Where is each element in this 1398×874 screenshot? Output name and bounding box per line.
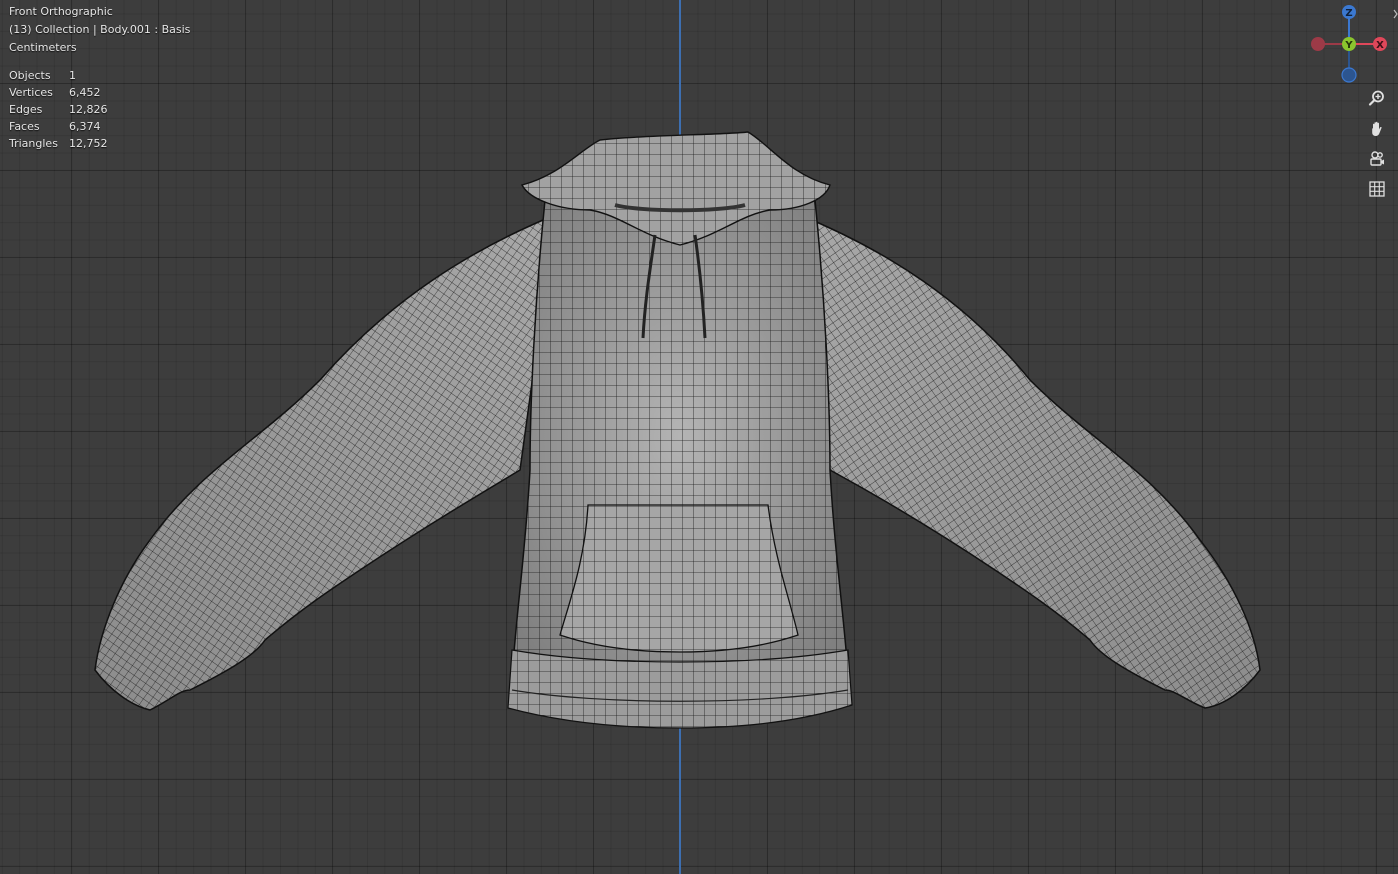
- stat-row-triangles: Triangles 12,752: [9, 135, 190, 152]
- toggle-orthographic-button[interactable]: [1364, 176, 1390, 202]
- stat-label: Objects: [9, 69, 51, 82]
- left-sleeve: [94, 213, 556, 711]
- navigation-gizmo[interactable]: Z X Y: [1304, 2, 1398, 86]
- 3d-viewport[interactable]: Front Orthographic (13) Collection | Bod…: [0, 0, 1398, 874]
- scene-statistics: Objects 1 Vertices 6,452 Edges 12,826 Fa…: [9, 67, 190, 152]
- z-axis-handle[interactable]: Z: [1342, 5, 1356, 19]
- units-label: Centimeters: [9, 41, 77, 54]
- stat-row-edges: Edges 12,826: [9, 101, 190, 118]
- stat-label: Triangles: [9, 137, 58, 150]
- negative-x-axis-handle: [1311, 37, 1325, 51]
- stat-label: Faces: [9, 120, 40, 133]
- stat-label: Edges: [9, 103, 43, 116]
- chevron-right-icon: [1393, 9, 1398, 19]
- y-axis-handle[interactable]: Y: [1342, 37, 1356, 51]
- collection-info: (13) Collection | Body.001 : Basis: [9, 23, 191, 36]
- grid-icon: [1369, 181, 1385, 197]
- stat-value: 6,452: [69, 86, 101, 99]
- stat-row-objects: Objects 1: [9, 67, 190, 84]
- stat-label: Vertices: [9, 86, 53, 99]
- stat-value: 1: [69, 69, 76, 82]
- pan-hand-icon: [1372, 121, 1382, 136]
- hoodie-mesh[interactable]: [0, 0, 1398, 874]
- viewport-info-overlay: Front Orthographic (13) Collection | Bod…: [9, 3, 190, 152]
- view-name: Front Orthographic: [9, 5, 113, 18]
- stat-value: 12,826: [69, 103, 108, 116]
- zoom-button[interactable]: [1364, 85, 1390, 111]
- stat-row-faces: Faces 6,374: [9, 118, 190, 135]
- camera-view-button[interactable]: [1364, 146, 1390, 172]
- stat-row-vertices: Vertices 6,452: [9, 84, 190, 101]
- right-sleeve: [799, 213, 1261, 709]
- pan-button[interactable]: [1364, 116, 1390, 142]
- x-axis-label: X: [1376, 40, 1384, 51]
- x-axis-handle[interactable]: X: [1373, 37, 1387, 51]
- stat-value: 12,752: [69, 137, 108, 150]
- stat-value: 6,374: [69, 120, 101, 133]
- negative-z-axis-handle: [1341, 67, 1357, 83]
- torso: [507, 199, 853, 729]
- y-axis-label: Y: [1344, 40, 1353, 51]
- z-axis-label: Z: [1345, 8, 1352, 19]
- camera-icon: [1370, 151, 1384, 166]
- zoom-icon: [1368, 90, 1384, 106]
